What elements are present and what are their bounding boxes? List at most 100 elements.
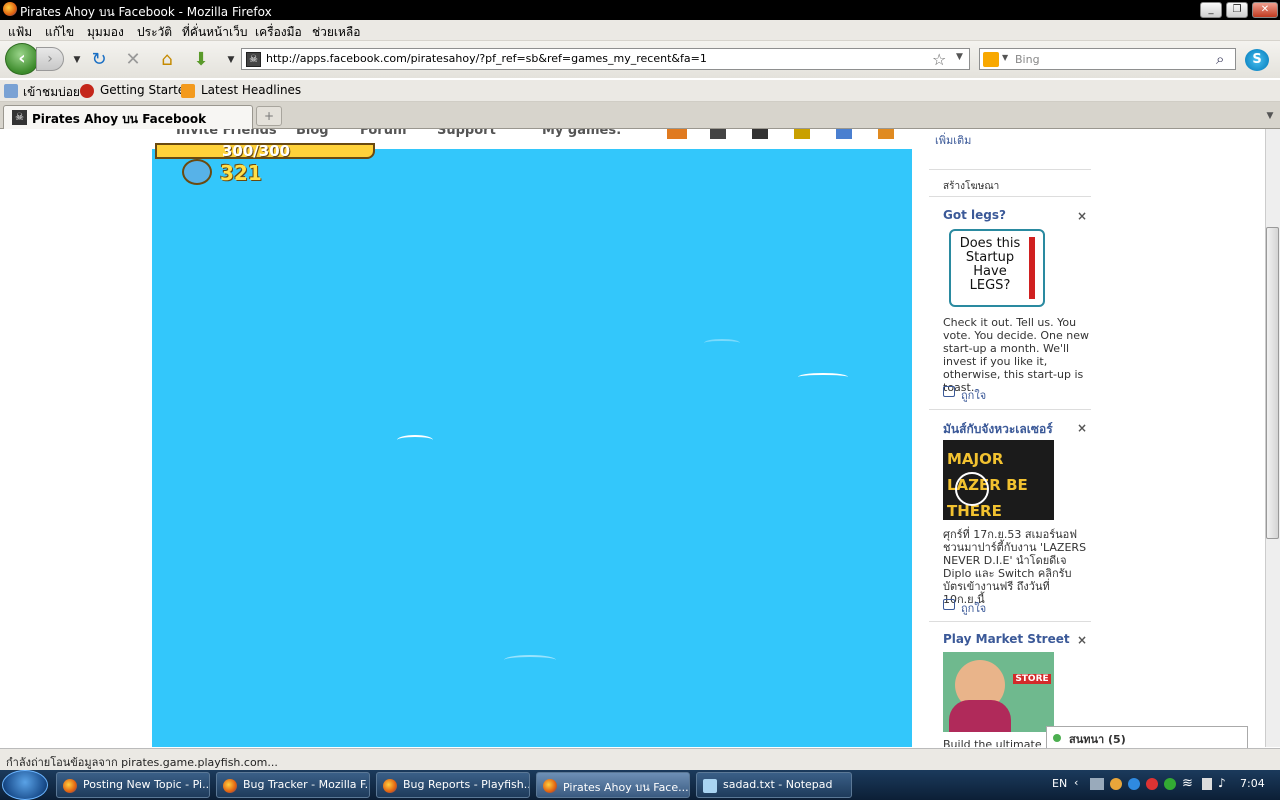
ad-body: ศุกร์ที่ 17ก.ย.53 สเมอร์นอฟชวนมาปาร์ตี้ก… [943, 528, 1087, 606]
smirnoff-logo-icon [955, 472, 989, 506]
game-thumb-icon[interactable] [710, 129, 726, 139]
volume-icon[interactable]: ♪ [1218, 776, 1226, 790]
menu-help[interactable]: ช่วยเหลือ [312, 23, 361, 42]
create-ad-row: สร้างโฆษณา [929, 169, 1091, 197]
menu-view[interactable]: มุมมอง [87, 23, 124, 42]
bookmark-getting-started[interactable]: Getting Started [100, 83, 193, 97]
close-button[interactable]: ✕ [1252, 2, 1278, 18]
tab-label: Pirates Ahoy บน Facebook [32, 112, 207, 126]
blog-link[interactable]: Blog [296, 129, 329, 138]
ad-title[interactable]: Play Market Street [943, 632, 1070, 646]
search-engine-icon[interactable] [983, 52, 999, 67]
taskbar-item[interactable]: sadad.txt - Notepad [696, 772, 852, 798]
start-button[interactable] [2, 770, 48, 800]
tray-app-icon[interactable] [1146, 778, 1158, 790]
coin-count: 321 [220, 161, 262, 185]
more-link[interactable]: เพิ่มเติม [935, 131, 971, 149]
menu-bookmarks[interactable]: ที่คั่นหน้าเว็บ [182, 23, 247, 42]
game-thumb-icon[interactable] [667, 129, 687, 139]
taskbar-item-active[interactable]: Pirates Ahoy บน Face... [536, 772, 690, 798]
ad-close-icon[interactable]: × [1077, 633, 1087, 647]
forward-button[interactable]: › [36, 47, 64, 71]
ad-image[interactable]: STORE [943, 652, 1054, 732]
taskbar-item[interactable]: Posting New Topic - Pi... [56, 772, 210, 798]
ad-image-text: Does this Startup Have LEGS? [959, 236, 1021, 293]
game-thumb-icon[interactable] [836, 129, 852, 139]
battery-icon[interactable] [1202, 778, 1212, 790]
bookmark-star-icon[interactable]: ☆ [932, 50, 946, 69]
chat-bar[interactable]: สนทนา (5) [1046, 726, 1248, 748]
search-engine-dropdown-icon[interactable]: ▼ [1002, 53, 1008, 62]
forum-link[interactable]: Forum [360, 129, 407, 138]
ad-body: Check it out. Tell us. You vote. You dec… [943, 316, 1089, 394]
download-icon[interactable]: ⬇ [190, 49, 212, 71]
ad-image[interactable]: Does this Startup Have LEGS? [949, 229, 1045, 307]
game-thumb-icon[interactable] [794, 129, 810, 139]
menu-history[interactable]: ประวัติ [137, 23, 172, 42]
home-icon[interactable]: ⌂ [156, 49, 178, 71]
download-dropdown-icon[interactable]: ▼ [220, 49, 242, 71]
firefox-icon [543, 779, 557, 793]
minimize-button[interactable]: _ [1200, 2, 1222, 18]
navigation-toolbar: ‹ › ▼ ↻ ✕ ⌂ ⬇ ▼ ☠ http://apps.facebook.c… [0, 41, 1280, 78]
wave-mark [504, 655, 556, 665]
ad-close-icon[interactable]: × [1077, 421, 1087, 435]
firefox-icon [63, 779, 77, 793]
bookmarks-toolbar: เข้าชมบ่อย Getting Started Latest Headli… [0, 80, 1280, 102]
ad-title[interactable]: Got legs? [943, 208, 1006, 222]
support-link[interactable]: Support [437, 129, 496, 138]
taskbar-item-label: sadad.txt - Notepad [723, 778, 833, 791]
invite-friends-link[interactable]: Invite Friends [176, 129, 277, 138]
new-tab-button[interactable]: + [256, 106, 282, 126]
skype-icon[interactable]: S [1245, 49, 1269, 71]
tab-strip: ☠ Pirates Ahoy บน Facebook + ▼ [0, 102, 1280, 129]
search-icon[interactable]: ⌕ [1216, 50, 1224, 68]
scrollbar-thumb[interactable] [1266, 227, 1279, 539]
tab-pirates-ahoy[interactable]: ☠ Pirates Ahoy บน Facebook [3, 105, 253, 129]
url-dropdown-icon[interactable]: ▼ [956, 52, 963, 62]
ad-like-link[interactable]: ถูกใจ [961, 599, 986, 617]
menu-file[interactable]: แฟ้ม [8, 23, 32, 42]
bookmark-latest-headlines[interactable]: Latest Headlines [201, 83, 301, 97]
page-content: Invite Friends Blog Forum Support My gam… [0, 129, 1265, 747]
taskbar-item[interactable]: Bug Tracker - Mozilla F... [216, 772, 370, 798]
network-icon[interactable] [1090, 778, 1104, 790]
wave-mark [397, 435, 433, 445]
menu-tools[interactable]: เครื่องมือ [255, 23, 302, 42]
ad-got-legs[interactable]: Got legs? × Does this Startup Have LEGS?… [929, 199, 1091, 410]
ad-close-icon[interactable]: × [1077, 209, 1087, 223]
create-ad-link[interactable]: สร้างโฆษณา [943, 179, 999, 194]
back-button[interactable]: ‹ [5, 43, 39, 75]
search-bar[interactable]: ▼ Bing ⌕ [979, 48, 1236, 70]
wave-mark [798, 373, 848, 381]
tray-app-icon[interactable] [1164, 778, 1176, 790]
ad-title[interactable]: มันส์กับจังหวะเลเซอร์ [943, 420, 1053, 439]
tray-expand-icon[interactable]: ‹ [1074, 776, 1078, 789]
tab-list-dropdown-icon[interactable]: ▼ [1262, 106, 1278, 126]
firefox-icon [383, 779, 397, 793]
game-thumb-icon[interactable] [878, 129, 894, 139]
maximize-button[interactable]: ❐ [1226, 2, 1248, 18]
taskbar: Posting New Topic - Pi... Bug Tracker - … [0, 770, 1280, 800]
address-bar[interactable]: ☠ http://apps.facebook.com/piratesahoy/?… [241, 48, 970, 70]
taskbar-item-label: Posting New Topic - Pi... [83, 778, 210, 791]
reload-icon[interactable]: ↻ [88, 49, 110, 71]
ad-major-lazer[interactable]: มันส์กับจังหวะเลเซอร์ × MAJOR LAZER BE T… [929, 410, 1091, 622]
clock[interactable]: 7:04 [1240, 777, 1265, 790]
ad-like-link[interactable]: ถูกใจ [961, 386, 986, 404]
bookmark-most-visited[interactable]: เข้าชมบ่อย [23, 83, 80, 102]
menu-bar: แฟ้ม แก้ไข มุมมอง ประวัติ ที่คั่นหน้าเว็… [0, 20, 1280, 41]
taskbar-item-label: Pirates Ahoy บน Face... [563, 781, 689, 794]
history-dropdown-icon[interactable]: ▼ [66, 49, 88, 71]
game-thumb-icon[interactable] [752, 129, 768, 139]
tray-app-icon[interactable] [1110, 778, 1122, 790]
ads-sidebar: เพิ่มเติม สร้างโฆษณา Got legs? × Does th… [929, 129, 1091, 747]
ad-image[interactable]: MAJOR LAZER BE THERE [943, 440, 1054, 520]
taskbar-item[interactable]: Bug Reports - Playfish... [376, 772, 530, 798]
wifi-icon[interactable]: ≋ [1182, 776, 1193, 791]
tray-app-icon[interactable] [1128, 778, 1140, 790]
stop-icon[interactable]: ✕ [122, 49, 144, 71]
game-canvas[interactable] [152, 149, 912, 747]
menu-edit[interactable]: แก้ไข [45, 23, 74, 42]
language-indicator[interactable]: EN [1052, 777, 1067, 790]
